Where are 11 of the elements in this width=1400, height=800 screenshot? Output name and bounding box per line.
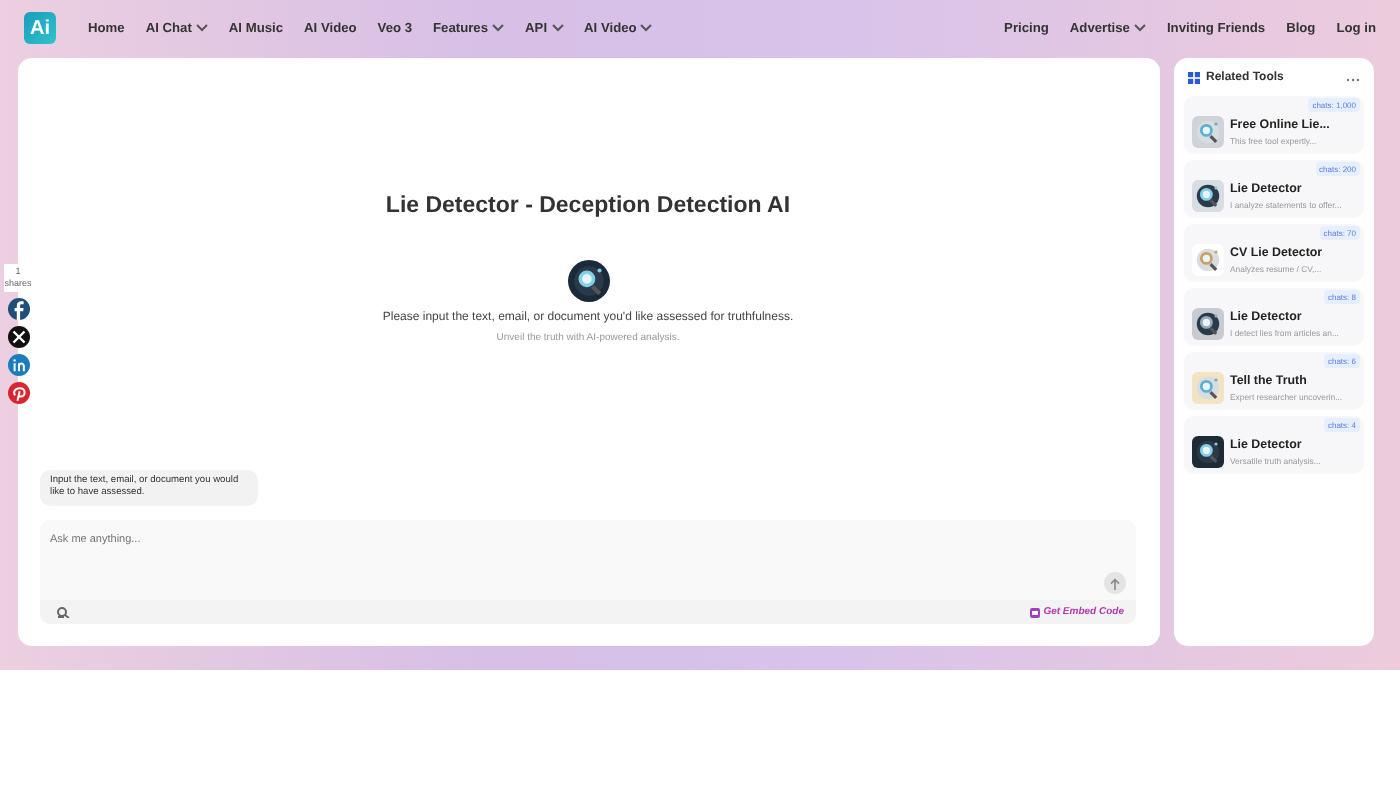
pinterest-button[interactable] [7, 381, 29, 404]
grid-icon [1188, 72, 1200, 84]
code-icon [1029, 607, 1040, 617]
tools-icon[interactable] [56, 606, 70, 618]
page-title: Lie Detector - Deception Detection AI [385, 194, 791, 218]
send-button[interactable] [1104, 572, 1126, 594]
facebook-button[interactable] [7, 297, 29, 320]
more-button[interactable] [1346, 73, 1360, 83]
arrow-up-icon [1110, 577, 1120, 589]
linkedin-button[interactable] [7, 353, 29, 376]
x-button[interactable] [7, 325, 29, 348]
